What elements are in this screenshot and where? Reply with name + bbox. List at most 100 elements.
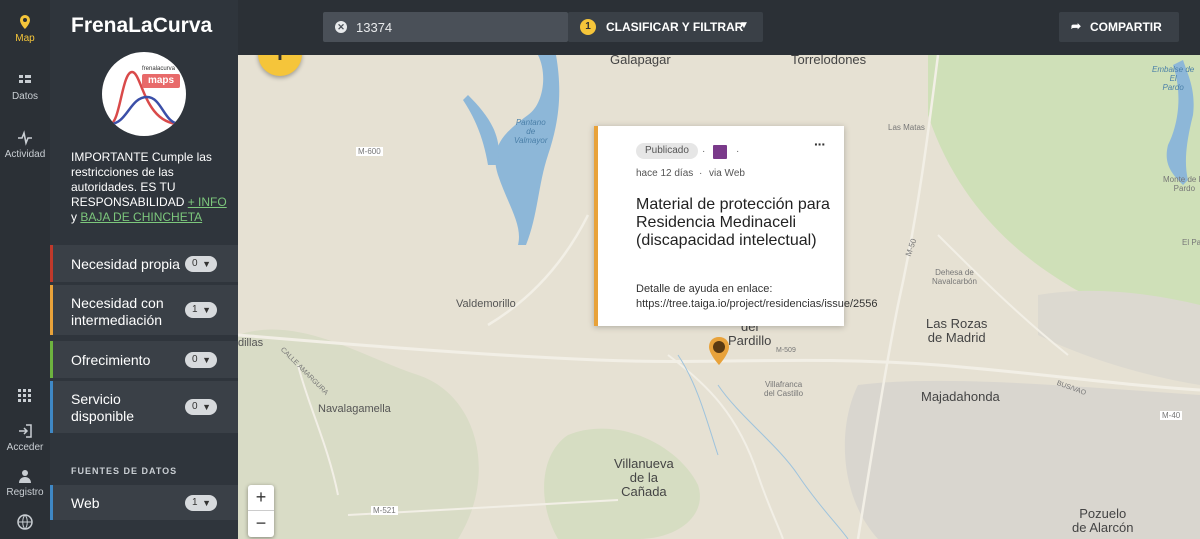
category-necesidad-intermediacion[interactable]: Necesidad con intermediación 1 ▼ [50,285,238,335]
place-line: del Castillo [764,389,804,398]
category-necesidad-propia[interactable]: Necesidad propia 0 ▼ [50,245,238,282]
chevron-down-icon: ▼ [202,498,211,508]
source-count-dropdown[interactable]: 1 ▼ [185,495,217,511]
sources-title: FUENTES DE DATOS [71,466,178,476]
category-label: Servicio disponible [71,391,135,424]
globe-icon [17,514,33,530]
place-line: Pantano [515,118,546,127]
popup-title[interactable]: Material de protección para Residencia M… [636,196,836,250]
category-ofrecimiento[interactable]: Ofrecimiento 0 ▼ [50,341,238,378]
popup-description: Detalle de ayuda en enlace: https://tree… [636,282,886,312]
chevron-down-icon: ▼ [202,402,211,412]
place-label: Villafranca del Castillo [764,380,803,398]
place-line: Villanueva [614,456,674,471]
place-label: Torrelodones [791,55,867,67]
zoom-control: + − [248,485,274,537]
desc-link[interactable]: https://tree.taiga.io/project/residencia… [636,297,886,312]
zoom-in-button[interactable]: + [248,485,274,511]
place-line: Monte de El [1163,175,1200,184]
rail-data-label: Datos [11,91,39,102]
place-label: Galapagar [610,55,671,67]
logo-badge: maps [142,74,180,88]
category-color-bar [50,245,53,282]
search-value: 13374 [356,20,393,35]
post-source: via Web [709,168,745,179]
chevron-down-icon: ▼ [202,259,211,269]
category-label: Necesidad con intermediación [71,295,164,328]
place-line: Embalse de [1152,65,1195,74]
filter-label: CLASIFICAR Y FILTRAR [606,20,744,34]
avatar[interactable] [713,145,727,159]
share-button[interactable]: ➦ COMPARTIR [1059,12,1179,42]
place-label: Dehesa de Navalcarbón [932,268,977,286]
place-line: de Madrid [927,330,986,345]
place-label: Pozuelo de Alarcón [1072,507,1133,535]
desc-line: Detalle de ayuda en enlace: [636,283,773,295]
app: Map Datos Actividad Acceder Registro Fre… [0,0,1200,539]
brand-title: FrenaLaCurva [71,14,213,37]
unpin-link[interactable]: BAJA DE CHINCHETA [80,210,202,224]
place-line: de la [629,470,658,485]
rail-globe[interactable] [0,514,50,533]
source-label: Web [71,495,100,511]
rail-login[interactable]: Acceder [0,423,50,453]
place-line: El [1169,74,1177,83]
place-line: de Alarcón [1072,520,1134,535]
place-label: Las Rozas de Madrid [926,317,987,345]
rail-apps[interactable] [0,388,50,407]
grid-icon [18,389,31,402]
source-count: 1 [192,497,198,508]
clear-search-icon[interactable]: ✕ [335,21,347,33]
rail-activity-label: Actividad [4,149,46,160]
rail-register[interactable]: Registro [0,468,50,498]
info-link[interactable]: + INFO [188,195,227,209]
place-line: Pardo [1162,83,1184,92]
place-line: Valmayor [514,136,548,145]
rail-activity[interactable]: Actividad [0,130,50,160]
category-servicio-disponible[interactable]: Servicio disponible 0 ▼ [50,381,238,433]
separator: · [736,146,740,157]
login-icon [19,424,32,438]
rail-map-label: Map [15,33,35,44]
separator: · [699,168,703,179]
chevron-down-icon: ▼ [202,355,211,365]
place-label: Navalagamella [318,403,391,415]
sidebar: FrenaLaCurva frenalacurva maps IMPORTANT… [50,0,238,539]
place-line: Navalcarbón [932,277,977,286]
place-label: Monte de El Pardo [1163,175,1200,193]
map-marker-icon[interactable] [708,336,730,366]
chevron-down-icon: ▼ [202,305,211,315]
road-label: M-600 [356,147,383,156]
chevron-down-icon: ▼ [739,20,749,31]
notice: IMPORTANTE Cumple las restricciones de l… [71,150,231,225]
zoom-out-button[interactable]: − [248,511,274,537]
category-count: 0 [192,258,198,269]
pulse-icon [18,130,32,146]
rail-map[interactable]: Map [0,14,50,44]
rail-register-label: Registro [6,487,44,498]
category-count-dropdown[interactable]: 0 ▼ [185,256,217,272]
more-menu-icon[interactable]: ··· [814,136,826,152]
user-icon [19,470,31,483]
map-canvas[interactable]: Galapagar Torrelodones Valdemorillo Nava… [238,55,1200,539]
category-count-dropdown[interactable]: 0 ▼ [185,352,217,368]
category-count-dropdown[interactable]: 0 ▼ [185,399,217,415]
logo: frenalacurva maps [102,52,186,136]
filter-count-badge: 1 [580,19,596,35]
rail-login-label: Acceder [6,442,44,453]
category-count-dropdown[interactable]: 1 ▼ [185,302,217,318]
marker-popup[interactable]: Publicado · · ··· hace 12 días · via Web… [594,126,878,326]
road-label: M-521 [371,506,398,515]
category-count: 0 [192,401,198,412]
rail-data[interactable]: Datos [0,72,50,102]
post-time: hace 12 días [636,168,694,179]
place-label: Las Matas [888,123,925,132]
place-line: Pozuelo [1079,506,1127,521]
source-web[interactable]: Web 1 ▼ [50,485,238,520]
list-icon [19,75,31,83]
place-label: Pantano de Valmayor [514,118,548,145]
search-input[interactable]: ✕ 13374 [323,12,568,42]
category-label: Necesidad propia [71,256,180,272]
place-label: Majadahonda [921,389,1000,404]
filter-button[interactable]: 1 CLASIFICAR Y FILTRAR ▼ [568,12,763,42]
